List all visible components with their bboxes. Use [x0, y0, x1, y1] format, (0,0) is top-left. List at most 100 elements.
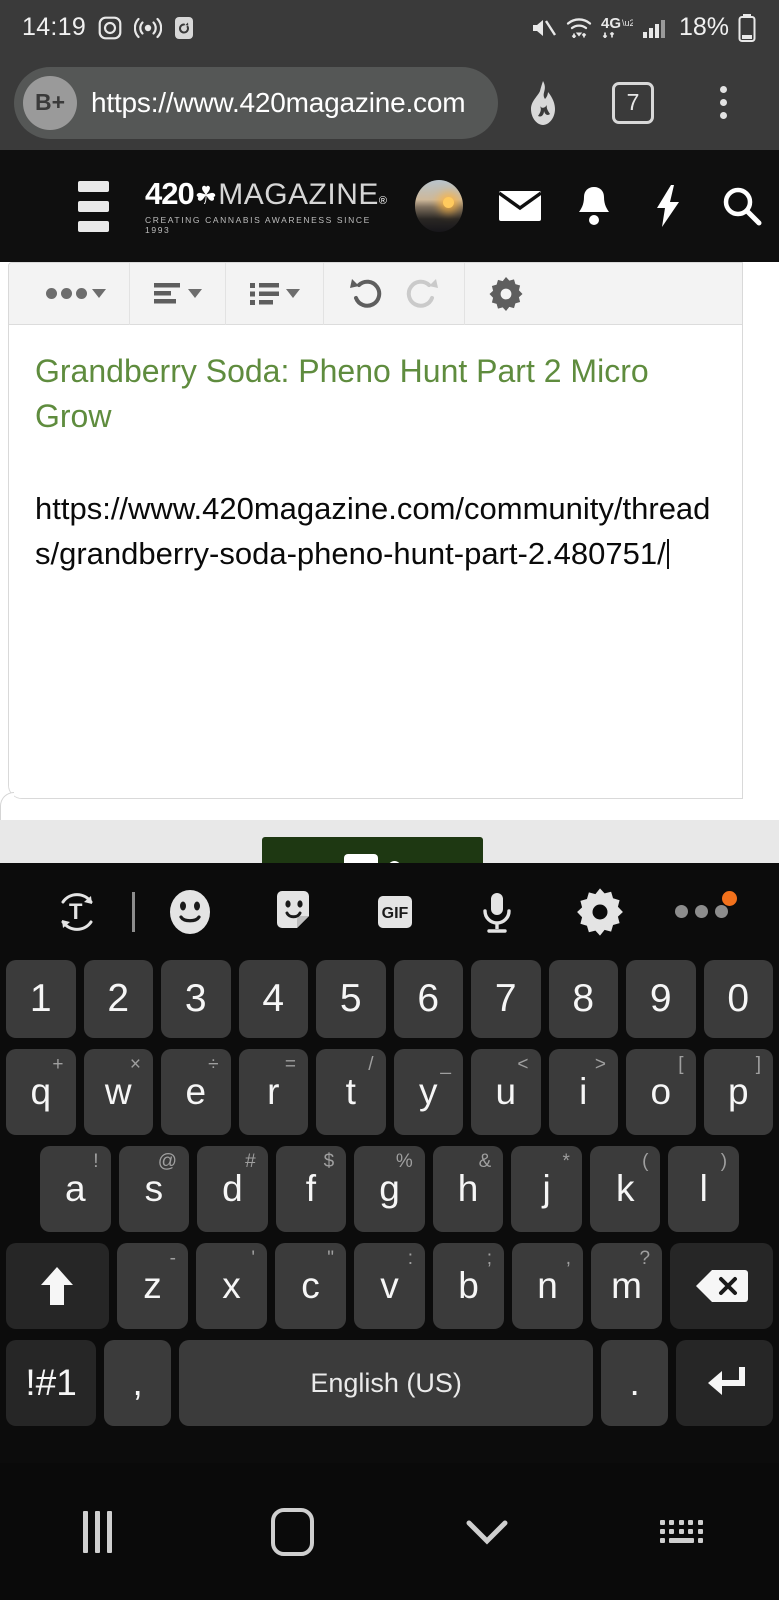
- key-4[interactable]: 4: [238, 960, 308, 1038]
- key-7[interactable]: 7: [471, 960, 541, 1038]
- key-9[interactable]: 9: [626, 960, 696, 1038]
- key-label: r: [267, 1071, 280, 1112]
- key-u[interactable]: < u: [471, 1049, 541, 1135]
- bullet-list-icon: [250, 282, 279, 305]
- lightning-icon[interactable]: [631, 166, 705, 246]
- chevron-down-icon: [92, 289, 106, 298]
- shift-key[interactable]: [5, 1243, 109, 1329]
- key-p[interactable]: ] p: [703, 1049, 773, 1135]
- key-5[interactable]: 5: [316, 960, 386, 1038]
- toolbar-group-settings: [465, 263, 547, 325]
- recents-icon: [82, 1510, 112, 1553]
- key-n[interactable]: ,n: [512, 1243, 584, 1329]
- list-dropdown[interactable]: [240, 263, 309, 325]
- key-label: 3: [184, 977, 207, 1020]
- key-h[interactable]: & h: [432, 1146, 504, 1232]
- key-label: n: [537, 1265, 558, 1306]
- key-c[interactable]: " c: [274, 1243, 346, 1329]
- key-sublabel: #: [245, 1151, 256, 1172]
- hamburger-menu-icon[interactable]: [78, 180, 110, 232]
- settings-gear-button[interactable]: [479, 263, 533, 325]
- alarm-icon: [173, 15, 195, 41]
- key-i[interactable]: > i: [548, 1049, 618, 1135]
- search-icon[interactable]: [705, 166, 779, 246]
- key-e[interactable]: ÷ e: [161, 1049, 231, 1135]
- text-align-dropdown[interactable]: [144, 263, 211, 325]
- tab-count-button[interactable]: 7: [588, 63, 678, 143]
- address-bar[interactable]: B+ https://www.420magazine.com: [14, 66, 498, 139]
- comma-key[interactable]: ,: [104, 1340, 172, 1426]
- key-a[interactable]: ! a: [39, 1146, 111, 1232]
- url-text[interactable]: https://www.420magazine.com: [91, 87, 465, 119]
- key-label: y: [419, 1071, 438, 1112]
- keyboard-hide-button[interactable]: [584, 1463, 779, 1600]
- mail-icon[interactable]: [483, 166, 557, 246]
- key-r[interactable]: = r: [238, 1049, 308, 1135]
- backspace-key[interactable]: [670, 1243, 774, 1329]
- key-w[interactable]: × w: [83, 1049, 153, 1135]
- redo-button[interactable]: [394, 263, 450, 325]
- status-bar: 14:19 4G\u2630 18%: [0, 0, 779, 55]
- emoji-icon[interactable]: [139, 863, 241, 960]
- key-label: s: [144, 1168, 164, 1209]
- key-1[interactable]: 1: [6, 960, 76, 1038]
- key-z[interactable]: -z: [116, 1243, 188, 1329]
- home-icon: [270, 1507, 314, 1556]
- keyboard-overflow-icon[interactable]: [651, 863, 753, 960]
- enter-key[interactable]: [676, 1340, 773, 1426]
- key-d[interactable]: # d: [197, 1146, 268, 1232]
- key-x[interactable]: ' x: [195, 1243, 267, 1329]
- post-url-text[interactable]: https://www.420magazine.com/community/th…: [35, 486, 716, 577]
- microphone-icon[interactable]: [446, 863, 548, 960]
- profile-badge[interactable]: B+: [23, 75, 77, 130]
- key-0[interactable]: 0: [703, 960, 773, 1038]
- key-q[interactable]: + q: [6, 1049, 76, 1135]
- more-options-dropdown[interactable]: [37, 263, 115, 325]
- post-title-text[interactable]: Grandberry Soda: Pheno Hunt Part 2 Micro…: [35, 349, 716, 440]
- row-spacer-left: [6, 1146, 32, 1232]
- enter-arrow-icon: [707, 1367, 745, 1395]
- text-translate-icon[interactable]: T: [26, 863, 128, 960]
- gif-icon[interactable]: GIF: [344, 863, 446, 960]
- brave-shield-flame-icon[interactable]: [498, 63, 588, 143]
- overflow-menu-icon[interactable]: [678, 63, 768, 143]
- key-g[interactable]: % g: [354, 1146, 425, 1232]
- undo-button[interactable]: [338, 263, 394, 325]
- key-6[interactable]: 6: [393, 960, 463, 1038]
- back-button[interactable]: [390, 1463, 585, 1600]
- home-button[interactable]: [195, 1463, 390, 1600]
- notification-badge: [721, 891, 737, 906]
- key-2[interactable]: 2: [83, 960, 153, 1038]
- editor-text-area[interactable]: Grandberry Soda: Pheno Hunt Part 2 Micro…: [9, 325, 742, 798]
- bell-icon[interactable]: [557, 166, 631, 246]
- key-label: p: [727, 1071, 749, 1112]
- key-8[interactable]: 8: [548, 960, 618, 1038]
- key-sublabel: [: [678, 1054, 684, 1075]
- period-key[interactable]: .: [601, 1340, 669, 1426]
- recents-button[interactable]: [0, 1463, 195, 1600]
- key-sublabel: :: [407, 1248, 414, 1269]
- key-sublabel: $: [323, 1151, 335, 1172]
- key-l[interactable]: ) l: [668, 1146, 740, 1232]
- key-b[interactable]: ; b: [433, 1243, 505, 1329]
- key-o[interactable]: [o: [626, 1049, 696, 1135]
- status-bar-right: 4G\u2630 18%: [529, 13, 757, 43]
- phone-screen: 14:19 4G\u2630 18%: [0, 0, 779, 1600]
- key-sublabel: ]: [755, 1054, 761, 1075]
- sticker-icon[interactable]: [242, 863, 344, 960]
- user-avatar[interactable]: [415, 180, 463, 232]
- site-logo[interactable]: 420 ☘ MAGAZINE ® CREATING CANNABIS AWARENES…: [145, 178, 387, 235]
- space-key[interactable]: English (US): [179, 1340, 594, 1426]
- key-t[interactable]: / t: [316, 1049, 386, 1135]
- key-f[interactable]: $ f: [275, 1146, 347, 1232]
- key-m[interactable]: ? m: [591, 1243, 663, 1329]
- logo-number: 420: [145, 175, 195, 211]
- key-s[interactable]: @ s: [118, 1146, 190, 1232]
- symbols-key[interactable]: !#1: [6, 1340, 97, 1426]
- key-y[interactable]: _ y: [393, 1049, 463, 1135]
- key-3[interactable]: 3: [161, 960, 231, 1038]
- key-v[interactable]: :v: [354, 1243, 426, 1329]
- key-k[interactable]: (k: [589, 1146, 661, 1232]
- keyboard-settings-gear-icon[interactable]: [548, 863, 650, 960]
- key-j[interactable]: * j: [511, 1146, 582, 1232]
